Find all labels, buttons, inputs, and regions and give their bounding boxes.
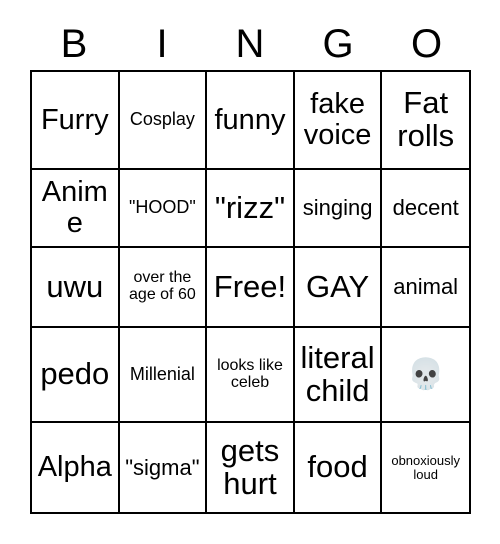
bingo-cell-label: Fat rolls	[397, 85, 455, 153]
bingo-cell-i5[interactable]: "sigma"	[119, 423, 208, 514]
bingo-cell-label: Millenial	[129, 363, 195, 384]
bingo-cell-free-space[interactable]: Free!	[207, 248, 295, 328]
bingo-cell-label: animal	[393, 274, 459, 300]
bingo-cell-label: pedo	[40, 356, 110, 392]
bingo-cell-i4[interactable]: Millenial	[119, 328, 208, 423]
bingo-cell-b3[interactable]: uwu	[32, 248, 120, 328]
bingo-header-letter-i: I	[156, 22, 168, 66]
bingo-header-letter-g: G	[322, 22, 354, 66]
bingo-cell-label: "sigma"	[125, 454, 200, 480]
bingo-cell-g5[interactable]: food	[294, 423, 383, 514]
bingo-cell-o1[interactable]: Fat rolls	[382, 72, 471, 170]
bingo-cell-label: Furry	[40, 103, 109, 136]
bingo-cell-label: Free!	[213, 268, 287, 304]
bingo-cell-label: over the age of 60	[129, 269, 196, 303]
bingo-cell-i1[interactable]: Cosplay	[119, 72, 208, 170]
bingo-cell-label: Cosplay	[129, 109, 195, 130]
bingo-cell-g4[interactable]: literal child	[294, 328, 383, 423]
bingo-header-letter-n: N	[235, 22, 265, 66]
bingo-cell-label: Anime	[41, 176, 108, 239]
bingo-cell-i3[interactable]: over the age of 60	[119, 248, 208, 328]
bingo-row: Alpha "sigma" gets hurt food obnoxiously…	[32, 423, 471, 514]
bingo-cell-o4[interactable]: 💀	[382, 328, 471, 423]
bingo-cell-label: GAY	[305, 268, 370, 304]
bingo-cell-label: food	[307, 449, 368, 485]
bingo-cell-n5[interactable]: gets hurt	[207, 423, 295, 514]
bingo-row: uwu over the age of 60 Free! GAY animal	[32, 248, 471, 328]
bingo-header-letter-b: B	[60, 22, 88, 66]
bingo-cell-n4[interactable]: looks like celeb	[207, 328, 295, 423]
bingo-row: pedo Millenial looks like celeb literal …	[32, 328, 471, 423]
skull-emoji-icon: 💀	[406, 357, 445, 391]
bingo-cell-g3[interactable]: GAY	[294, 248, 383, 328]
bingo-cell-n1[interactable]: funny	[207, 72, 295, 170]
bingo-cell-label: singing	[302, 195, 373, 221]
bingo-row: Furry Cosplay funny fake voice Fat rolls	[32, 72, 471, 170]
bingo-cell-i2[interactable]: "HOOD"	[119, 170, 208, 248]
bingo-cell-label: fake voice	[303, 88, 372, 151]
bingo-header-letter-o: O	[410, 22, 443, 66]
bingo-grid: Furry Cosplay funny fake voice Fat rolls…	[30, 70, 471, 514]
bingo-cell-label: uwu	[46, 268, 104, 304]
bingo-cell-o2[interactable]: decent	[382, 170, 471, 248]
bingo-cell-b1[interactable]: Furry	[32, 72, 120, 170]
bingo-cell-label: Alpha	[37, 451, 112, 484]
bingo-cell-b4[interactable]: pedo	[32, 328, 120, 423]
bingo-cell-label: looks like celeb	[217, 356, 283, 391]
bingo-cell-o3[interactable]: animal	[382, 248, 471, 328]
bingo-cell-label: literal child	[300, 339, 375, 408]
bingo-cell-label: funny	[214, 103, 286, 136]
bingo-card: B I N G O Furry Cosplay funny fake voice…	[0, 0, 500, 544]
bingo-cell-label: "rizz"	[214, 189, 286, 225]
bingo-header-row: B I N G O	[30, 18, 471, 70]
bingo-cell-label: "HOOD"	[129, 197, 196, 218]
bingo-cell-label: obnoxiously loud	[391, 452, 460, 482]
bingo-cell-b2[interactable]: Anime	[32, 170, 120, 248]
bingo-cell-g1[interactable]: fake voice	[294, 72, 383, 170]
bingo-cell-g2[interactable]: singing	[294, 170, 383, 248]
bingo-cell-n2[interactable]: "rizz"	[207, 170, 295, 248]
bingo-cell-o5[interactable]: obnoxiously loud	[382, 423, 471, 514]
bingo-cell-b5[interactable]: Alpha	[32, 423, 120, 514]
bingo-cell-label: gets hurt	[220, 432, 280, 501]
bingo-cell-label: decent	[392, 195, 459, 221]
bingo-row: Anime "HOOD" "rizz" singing decent	[32, 170, 471, 248]
